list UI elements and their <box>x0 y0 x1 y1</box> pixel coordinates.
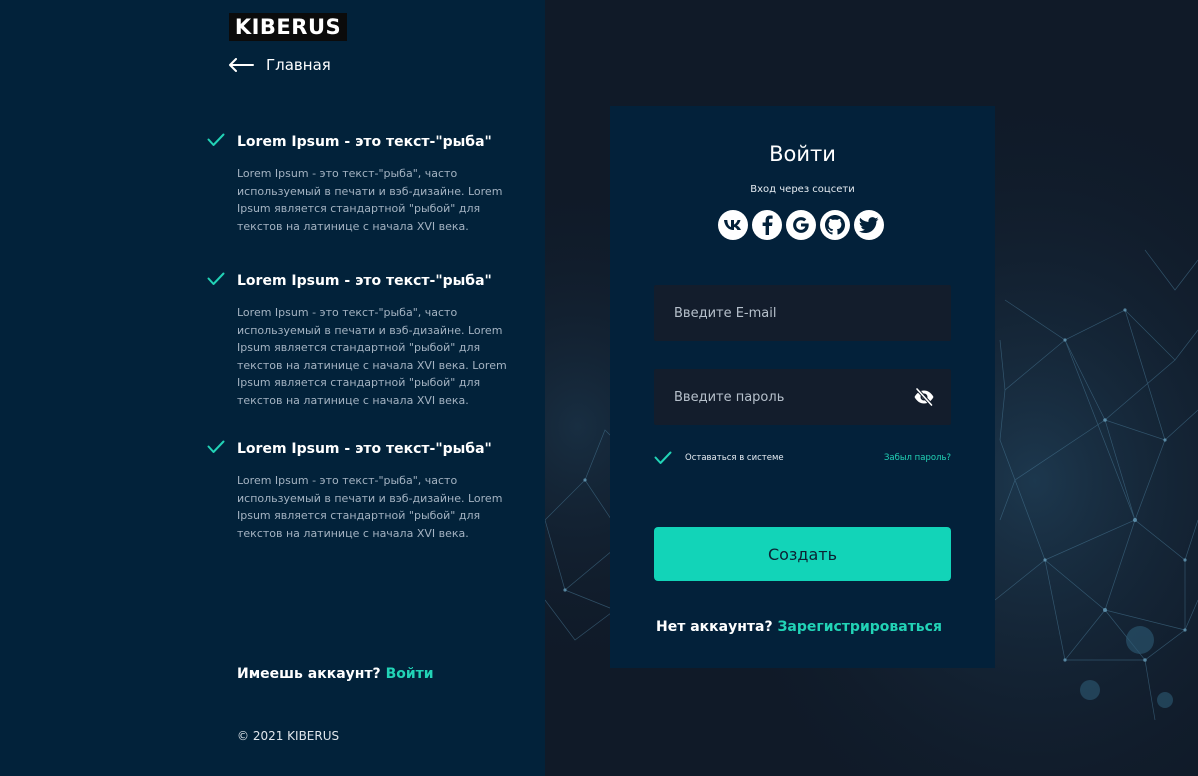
no-account-text: Нет аккаунта? <box>656 619 773 635</box>
check-icon <box>207 133 225 146</box>
feature-title: Lorem Ipsum - это текст-"рыба" <box>237 441 492 457</box>
facebook-login-button[interactable] <box>752 210 782 240</box>
login-card: Войти Вход через соцсети Введите E-mail … <box>610 106 995 668</box>
feature-description: Lorem Ipsum - это текст-"рыба", часто ис… <box>237 306 507 407</box>
copyright-text: © 2021 KIBERUS <box>237 729 340 743</box>
feature-description: Lorem Ipsum - это текст-"рыба", часто ис… <box>237 167 503 233</box>
remember-me-checkbox[interactable]: Оставаться в системе <box>654 451 784 465</box>
password-field-container <box>654 369 951 425</box>
twitter-login-button[interactable] <box>854 210 884 240</box>
vk-login-button[interactable] <box>718 210 748 240</box>
kiberus-logo[interactable]: KIBERUS <box>229 13 347 41</box>
check-icon <box>207 440 225 453</box>
register-link[interactable]: Зарегистрироваться <box>777 619 941 635</box>
eye-hidden-icon[interactable] <box>913 387 935 407</box>
feature-title: Lorem Ipsum - это текст-"рыба" <box>237 134 492 150</box>
forgot-password-link[interactable]: Забыл пароль? <box>884 453 951 463</box>
password-field[interactable] <box>654 369 904 425</box>
back-home-link[interactable]: Главная <box>228 56 331 74</box>
google-login-button[interactable] <box>786 210 816 240</box>
login-link[interactable]: Войти <box>386 666 434 682</box>
have-account-prompt: Имеешь аккаунт? Войти <box>237 666 434 682</box>
arrow-left-icon <box>229 58 254 72</box>
have-account-text: Имеешь аккаунт? <box>237 666 381 682</box>
check-icon <box>207 272 225 285</box>
email-field[interactable] <box>654 285 904 341</box>
feature-description: Lorem Ipsum - это текст-"рыба", часто ис… <box>237 474 503 540</box>
google-icon <box>793 217 809 233</box>
remember-me-label: Оставаться в системе <box>685 453 784 463</box>
vk-icon <box>724 220 741 230</box>
facebook-icon <box>762 215 773 235</box>
twitter-icon <box>859 217 879 233</box>
back-home-label: Главная <box>266 56 331 74</box>
github-login-button[interactable] <box>820 210 850 240</box>
feature-title: Lorem Ipsum - это текст-"рыба" <box>237 273 492 289</box>
submit-button[interactable]: Создать <box>654 527 951 581</box>
email-field-container <box>654 285 951 341</box>
logo-text: KIBERUS <box>234 15 342 39</box>
check-icon <box>654 451 672 464</box>
social-login-caption: Вход через соцсети <box>750 184 855 195</box>
social-login-buttons <box>718 210 884 240</box>
github-icon <box>825 215 845 235</box>
no-account-prompt: Нет аккаунта? Зарегистрироваться <box>656 619 942 635</box>
left-info-panel: KIBERUS Главная Lorem Ipsum - это текст-… <box>0 0 545 776</box>
login-title: Войти <box>769 142 836 166</box>
